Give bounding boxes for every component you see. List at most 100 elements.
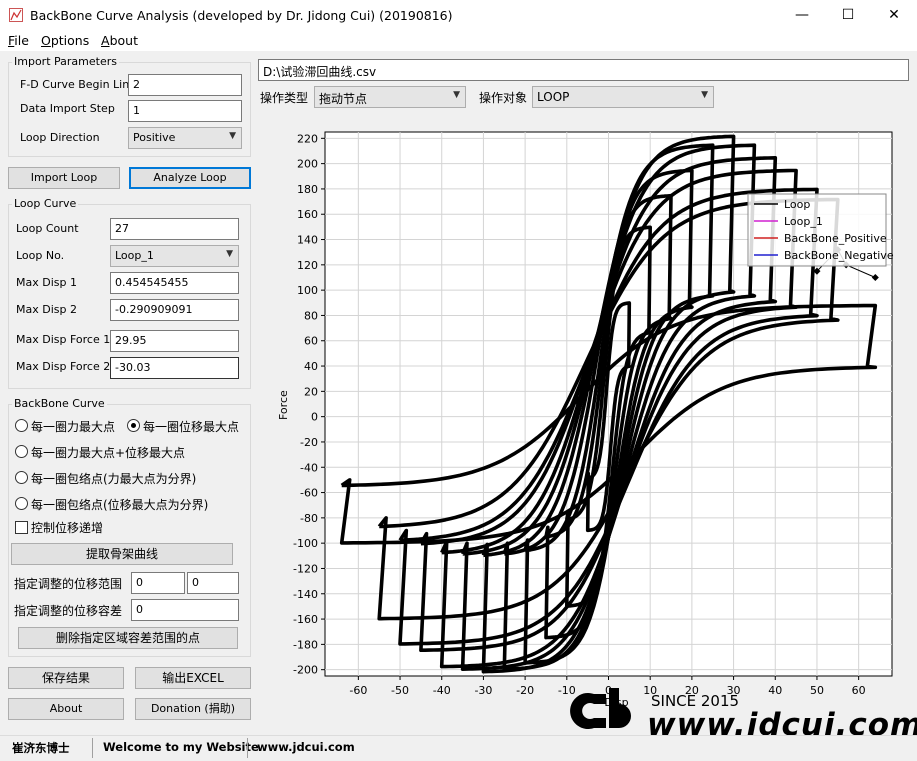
x-tick-label: -30 <box>474 684 492 697</box>
minimize-button[interactable]: — <box>779 0 825 31</box>
y-tick-label: 160 <box>297 208 318 221</box>
y-tick-label: -60 <box>300 487 318 500</box>
radio-disp-max[interactable] <box>127 419 140 432</box>
y-tick-label: 20 <box>304 385 318 398</box>
radio-force-disp-max-label: 每一圈力最大点+位移最大点 <box>31 446 186 460</box>
chevron-down-icon: ▼ <box>453 90 460 100</box>
range-from-input[interactable]: 0 <box>131 572 185 594</box>
radio-envelope-disp-label: 每一圈包络点(位移最大点为分界) <box>31 498 209 512</box>
legend-label: BackBone_Positive <box>784 232 887 245</box>
y-tick-label: 120 <box>297 259 318 272</box>
max-disp2-input[interactable]: -0.290909091 <box>110 299 239 321</box>
loop-count-input[interactable]: 27 <box>110 218 239 240</box>
extract-backbone-button[interactable]: 提取骨架曲线 <box>11 543 233 565</box>
operation-type-value: 拖动节点 <box>319 92 368 106</box>
about-button[interactable]: About <box>8 698 124 720</box>
operation-target-value: LOOP <box>537 90 570 104</box>
y-tick-label: 140 <box>297 234 318 247</box>
y-tick-label: 0 <box>311 411 318 424</box>
x-tick-label: -60 <box>349 684 367 697</box>
max-disp1-input[interactable]: 0.454545455 <box>110 272 239 294</box>
app-icon <box>9 8 23 22</box>
max-force2-input[interactable]: -30.03 <box>110 357 239 379</box>
legend-label: BackBone_Negative <box>784 249 894 262</box>
radio-envelope-force-label: 每一圈包络点(力最大点为分界) <box>31 472 197 486</box>
max-force2-label: Max Disp Force 2 <box>16 360 111 373</box>
y-tick-label: -40 <box>300 461 318 474</box>
status-welcome: Welcome to my Website <box>103 740 259 754</box>
control-disp-label: 控制位移递增 <box>31 521 104 535</box>
x-tick-label: 40 <box>768 684 782 697</box>
window-title: BackBone Curve Analysis (developed by Dr… <box>30 8 453 23</box>
import-loop-button[interactable]: Import Loop <box>8 167 120 189</box>
close-button[interactable]: ✕ <box>871 0 917 31</box>
delete-points-button[interactable]: 删除指定区域容差范围的点 <box>18 627 238 649</box>
operation-target-label: 操作对象 <box>479 91 528 105</box>
tolerance-label: 指定调整的位移容差 <box>14 604 123 618</box>
chevron-down-icon: ▼ <box>226 249 233 259</box>
loop-direction-select[interactable]: Positive ▼ <box>128 127 242 149</box>
max-force1-input[interactable]: 29.95 <box>110 330 239 352</box>
range-to-input[interactable]: 0 <box>187 572 239 594</box>
menu-file[interactable]: File <box>8 33 29 48</box>
radio-disp-max-label: 每一圈位移最大点 <box>143 420 240 434</box>
loop-curve-title: Loop Curve <box>12 197 79 210</box>
operation-type-select[interactable]: 拖动节点 ▼ <box>314 86 466 108</box>
donation-button[interactable]: Donation (捐助) <box>135 698 251 720</box>
operation-target-select[interactable]: LOOP ▼ <box>532 86 714 108</box>
y-tick-label: 40 <box>304 360 318 373</box>
max-disp1-label: Max Disp 1 <box>16 276 77 289</box>
y-tick-label: -140 <box>293 588 318 601</box>
file-path-input[interactable]: D:\试验滞回曲线.csv <box>258 59 909 81</box>
menu-options[interactable]: Options <box>41 33 89 48</box>
y-tick-label: 180 <box>297 183 318 196</box>
radio-force-disp-max[interactable] <box>15 445 28 458</box>
control-disp-checkbox[interactable] <box>15 521 28 534</box>
radio-envelope-disp[interactable] <box>15 497 28 510</box>
import-params-title: Import Parameters <box>12 55 119 68</box>
x-tick-label: -40 <box>433 684 451 697</box>
loop-no-value: Loop_1 <box>115 249 154 262</box>
begin-line-input[interactable]: 2 <box>128 74 242 96</box>
x-tick-label: -20 <box>516 684 534 697</box>
legend-label: Loop_1 <box>784 215 823 228</box>
y-tick-label: -120 <box>293 562 318 575</box>
legend-label: Loop <box>784 198 810 211</box>
menu-options-rest: ptions <box>50 33 90 48</box>
max-disp2-label: Max Disp 2 <box>16 303 77 316</box>
radio-envelope-force[interactable] <box>15 471 28 484</box>
save-results-button[interactable]: 保存结果 <box>8 667 124 689</box>
export-excel-button[interactable]: 输出EXCEL <box>135 667 251 689</box>
y-tick-label: -20 <box>300 436 318 449</box>
chart-ylabel: Force <box>277 390 290 420</box>
loop-no-select[interactable]: Loop_1 ▼ <box>110 245 239 267</box>
x-tick-label: -50 <box>391 684 409 697</box>
y-tick-label: 200 <box>297 158 318 171</box>
menu-file-rest: ile <box>14 33 29 48</box>
loop-count-label: Loop Count <box>16 222 79 235</box>
y-tick-label: -80 <box>300 512 318 525</box>
loop-direction-label: Loop Direction <box>20 131 100 144</box>
y-tick-label: 60 <box>304 335 318 348</box>
radio-force-max[interactable] <box>15 419 28 432</box>
menu-about-rest: bout <box>109 33 138 48</box>
range-label: 指定调整的位移范围 <box>14 577 123 591</box>
hysteresis-chart[interactable]: -60 -50 -40 -30 -20 -10 0 10 20 30 40 50 60-200-180-… <box>270 118 910 708</box>
loop-no-label: Loop No. <box>16 249 65 262</box>
tolerance-input[interactable]: 0 <box>131 599 239 621</box>
y-tick-label: -200 <box>293 664 318 677</box>
analyze-loop-button[interactable]: Analyze Loop <box>129 167 251 189</box>
menu-about[interactable]: About <box>101 33 138 48</box>
chevron-down-icon: ▼ <box>701 90 708 100</box>
maximize-button[interactable]: ☐ <box>825 0 871 31</box>
chevron-down-icon: ▼ <box>229 131 236 141</box>
y-tick-label: 80 <box>304 309 318 322</box>
status-separator <box>247 738 248 758</box>
y-tick-label: -160 <box>293 613 318 626</box>
menu-about-accel: A <box>101 33 110 48</box>
import-step-input[interactable]: 1 <box>128 100 242 122</box>
y-tick-label: -100 <box>293 537 318 550</box>
max-force1-label: Max Disp Force 1 <box>16 333 111 346</box>
jdcui-logo <box>566 684 646 736</box>
y-tick-label: 100 <box>297 284 318 297</box>
